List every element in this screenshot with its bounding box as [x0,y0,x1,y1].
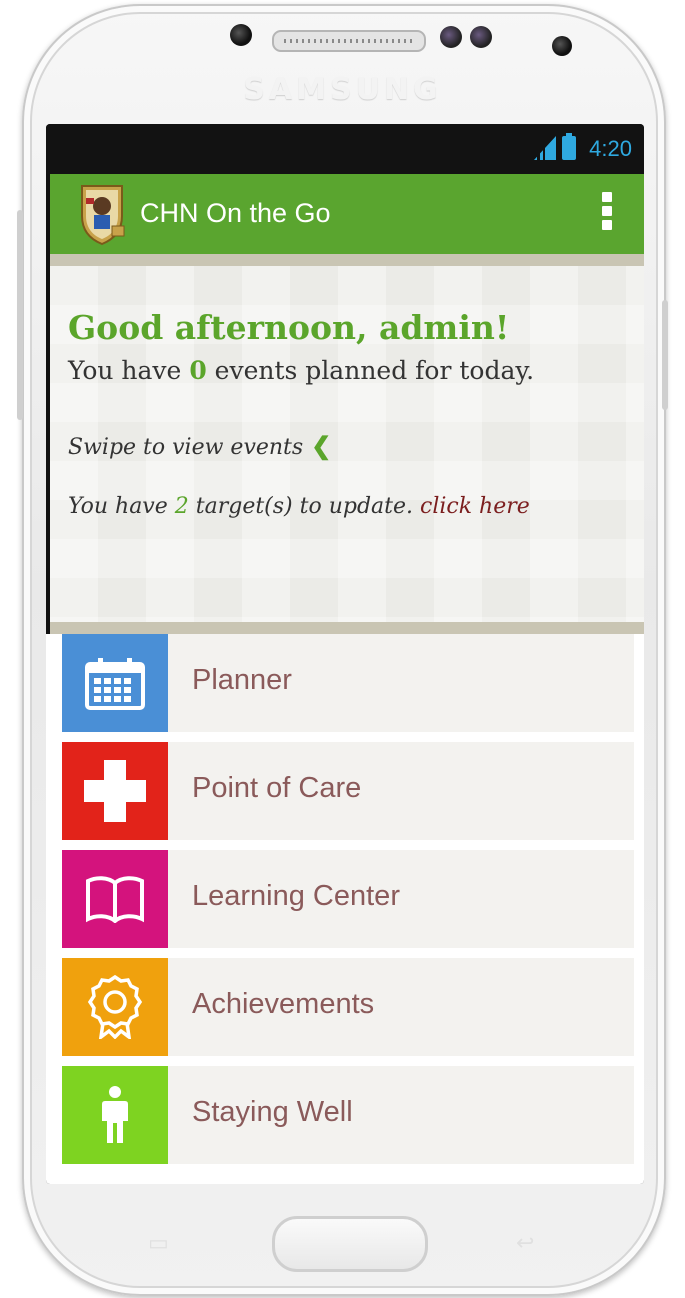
app-title: CHN On the Go [140,198,331,228]
person-icon [102,1086,128,1143]
menu-icon-tile [62,634,168,732]
greeting-panel[interactable]: Good afternoon, admin! You have 0 events… [50,254,644,634]
targets-summary: You have 2 target(s) to update. click he… [68,494,530,519]
targets-prefix: You have [68,494,168,519]
menu-icon-tile [62,1066,168,1164]
menu-item-staying-well[interactable]: Staying Well [62,1066,634,1164]
front-camera [552,36,572,56]
back-key-icon[interactable]: ↩ [516,1230,534,1256]
battery-icon [562,133,576,160]
events-suffix: events planned for today. [214,356,535,385]
overflow-menu-icon[interactable] [600,192,614,238]
earpiece-speaker [272,30,426,52]
targets-count: 2 [174,494,189,519]
phone-screen: 4:20 CHN On the Go Good afternoon, admin… [46,124,644,1184]
menu-icon-tile [62,742,168,840]
proximity-sensor [440,26,462,48]
signal-icon [534,136,556,160]
chevron-left-icon: ❮ [311,431,332,460]
greeting-title: Good afternoon, admin! [68,308,510,347]
medical-cross-icon [84,760,146,822]
menu-label: Point of Care [192,772,362,804]
menu-icon-tile [62,850,168,948]
swipe-text: Swipe to view events [68,435,304,460]
events-count: 0 [189,356,207,385]
main-menu: Planner Point of Care Learning Center Ac… [46,634,644,1184]
events-prefix: You have [68,356,182,385]
power-button [662,300,668,410]
status-bar: 4:20 [46,124,644,174]
menu-label: Achievements [192,988,375,1020]
app-bar: CHN On the Go [50,174,644,254]
click-here-link[interactable]: click here [420,494,530,519]
calendar-icon [85,658,145,710]
menu-icon-tile [62,958,168,1056]
status-time: 4:20 [589,136,632,161]
targets-suffix: target(s) to update. [195,494,414,519]
menu-item-learning-center[interactable]: Learning Center [62,850,634,948]
menu-label: Learning Center [192,880,400,912]
brand-logo: SAMSUNG [243,72,442,107]
award-ribbon-icon [87,975,143,1039]
light-sensor [470,26,492,48]
volume-button [17,210,23,420]
menu-item-achievements[interactable]: Achievements [62,958,634,1056]
menu-key-icon[interactable]: ▭ [148,1230,169,1256]
menu-label: Staying Well [192,1096,353,1128]
menu-item-point-of-care[interactable]: Point of Care [62,742,634,840]
home-button[interactable] [272,1216,428,1272]
menu-label: Planner [192,664,292,696]
swipe-hint[interactable]: Swipe to view events ❮ [68,431,331,460]
book-icon [86,876,144,923]
front-sensor [230,24,252,46]
events-summary: You have 0 events planned for today. [68,356,534,385]
app-logo-icon[interactable] [76,182,128,246]
menu-item-planner[interactable]: Planner [62,634,634,732]
